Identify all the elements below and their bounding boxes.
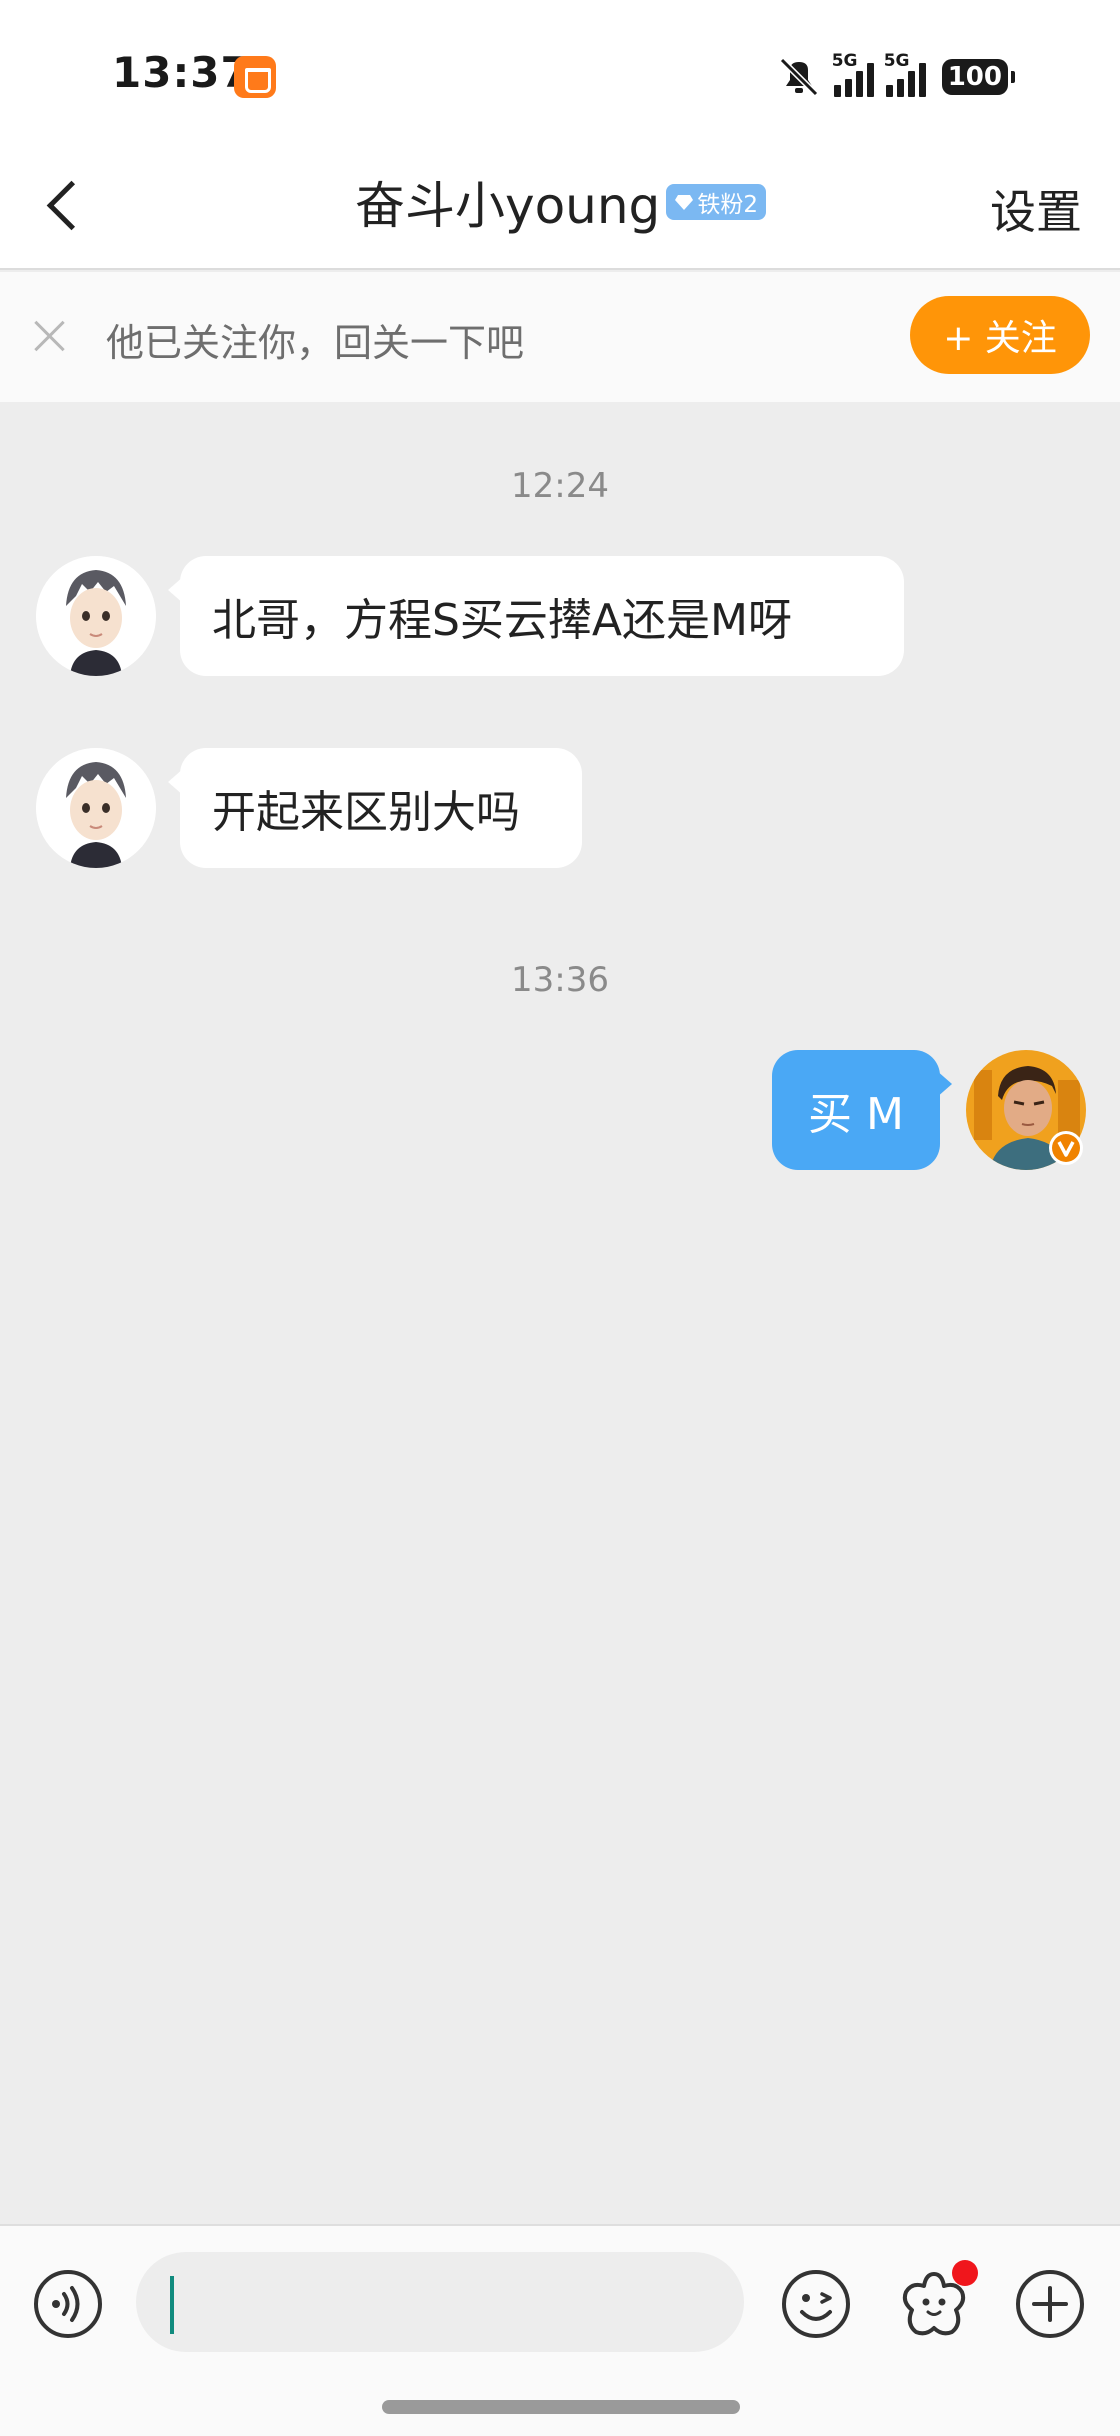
battery-indicator: 100 bbox=[941, 59, 1016, 95]
fan-level-badge: 铁粉2 bbox=[666, 184, 766, 220]
avatar-image bbox=[36, 748, 156, 868]
status-bar: 13:37 5G 5G 100 bbox=[0, 0, 1120, 148]
follow-button[interactable]: + 关注 bbox=[910, 296, 1090, 374]
status-time: 13:37 bbox=[112, 48, 251, 97]
avatar-image bbox=[966, 1050, 1086, 1170]
message-timestamp: 13:36 bbox=[511, 960, 609, 1000]
signal-icon: 5G bbox=[884, 51, 926, 97]
contact-avatar[interactable] bbox=[36, 748, 156, 868]
notification-dot bbox=[952, 2260, 978, 2286]
chat-title: 奋斗小young bbox=[355, 177, 661, 235]
message-timestamp: 12:24 bbox=[511, 466, 609, 506]
plus-icon[interactable] bbox=[1014, 2268, 1086, 2340]
follow-back-text: 他已关注你，回关一下吧 bbox=[106, 321, 525, 365]
home-indicator[interactable] bbox=[382, 2400, 740, 2414]
chat-title-group: 奋斗小young 铁粉2 bbox=[355, 172, 766, 235]
settings-button[interactable]: 设置 bbox=[990, 176, 1082, 242]
follow-back-banner: 他已关注你，回关一下吧 + 关注 bbox=[0, 272, 1120, 402]
message-input[interactable] bbox=[136, 2252, 744, 2352]
back-icon[interactable] bbox=[30, 168, 100, 238]
status-indicators: 5G 5G 100 bbox=[776, 51, 1016, 102]
close-icon[interactable] bbox=[30, 316, 70, 356]
received-message-bubble[interactable]: 开起来区别大吗 bbox=[168, 748, 582, 868]
signal-icon: 5G bbox=[832, 51, 874, 97]
my-avatar[interactable] bbox=[966, 1050, 1086, 1170]
received-message-bubble[interactable]: 北哥，方程S买云撵A还是M呀 bbox=[168, 556, 904, 676]
diamond-icon bbox=[675, 195, 694, 210]
contact-avatar[interactable] bbox=[36, 556, 156, 676]
chat-header: 奋斗小young 铁粉2 设置 bbox=[0, 148, 1120, 270]
text-cursor bbox=[170, 2276, 174, 2334]
app-notification-icon bbox=[234, 56, 276, 98]
mute-icon bbox=[779, 57, 818, 97]
avatar-image bbox=[36, 556, 156, 676]
voice-icon[interactable] bbox=[32, 2268, 104, 2340]
emoji-icon[interactable] bbox=[780, 2268, 852, 2340]
sent-message-bubble[interactable]: 买 M bbox=[772, 1050, 952, 1170]
